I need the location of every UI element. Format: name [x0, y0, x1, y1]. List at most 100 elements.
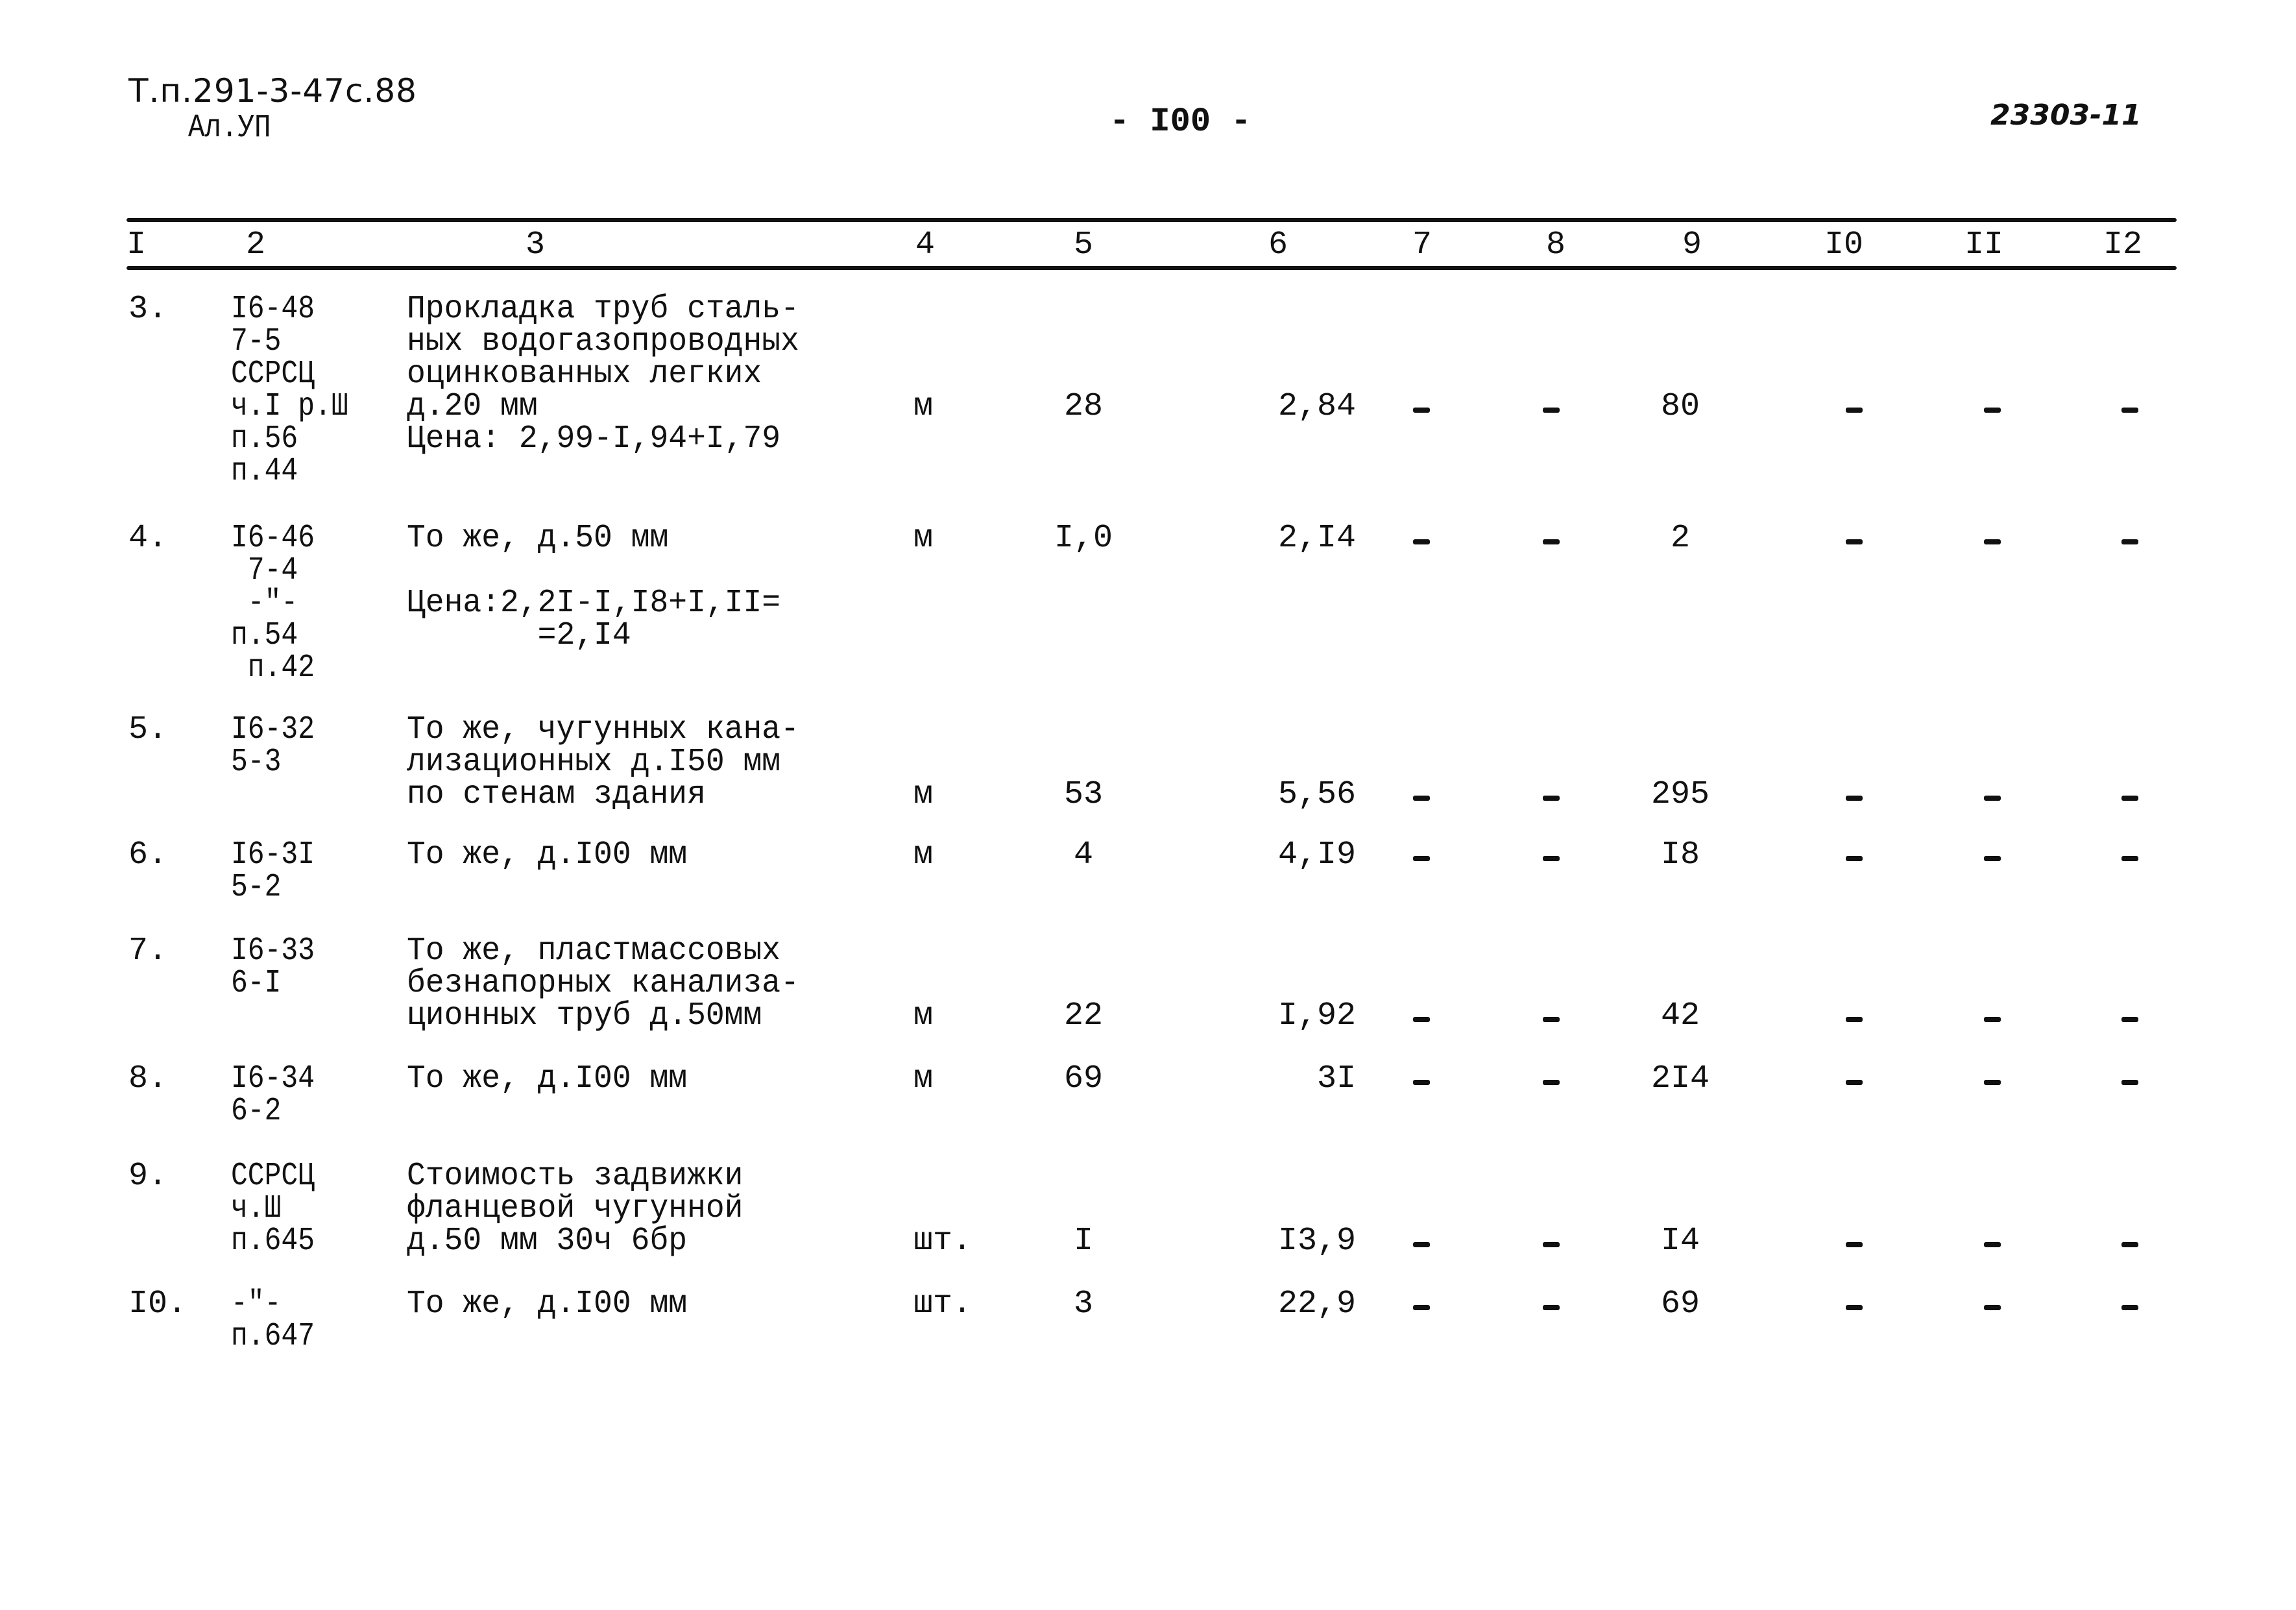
empty-value-dash-col11: [1984, 1242, 2001, 1247]
column-header-8: 8: [1545, 226, 1565, 263]
quantity: 22: [1063, 997, 1103, 1034]
unit-price: I3,9: [1277, 1223, 1356, 1260]
work-description: Прокладка труб сталь- ных водогазопровод…: [407, 291, 799, 457]
quantity: I,0: [1054, 520, 1113, 557]
unit: м: [913, 520, 934, 557]
empty-value-dash-col12: [2121, 1305, 2138, 1310]
empty-value-dash-col12: [2121, 796, 2138, 801]
unit-price: 2,84: [1277, 388, 1356, 425]
rate-code: I6-33 6-I: [231, 933, 315, 1002]
total-cost: 80: [1660, 388, 1700, 425]
row-number: 9.: [128, 1158, 168, 1195]
album-label: Ал.УП: [188, 110, 271, 147]
empty-value-dash-col8: [1543, 1017, 1560, 1022]
unit: м: [913, 836, 934, 873]
table-top-rule: [127, 218, 2177, 222]
empty-value-dash-col12: [2121, 539, 2138, 544]
empty-value-dash-col7: [1413, 408, 1430, 413]
empty-value-dash-col8: [1543, 856, 1560, 861]
empty-value-dash-col8: [1543, 796, 1560, 801]
empty-value-dash-col12: [2121, 1080, 2138, 1085]
column-header-12: I2: [2103, 226, 2142, 263]
empty-value-dash-col11: [1984, 1080, 2001, 1085]
unit-price: 3I: [1316, 1060, 1356, 1097]
total-cost: 42: [1660, 997, 1700, 1034]
column-header-3: 3: [525, 226, 545, 263]
row-number: 8.: [128, 1060, 168, 1097]
unit-price: 2,I4: [1277, 520, 1356, 557]
unit: м: [913, 388, 934, 425]
column-header-10: I0: [1824, 226, 1863, 263]
document-code: Т.п.291-3-47с.88: [128, 72, 417, 110]
column-header-5: 5: [1073, 226, 1093, 263]
rate-code: I6-48 7-5 ССРСЦ ч.I р.Ш п.56 п.44: [231, 291, 348, 490]
empty-value-dash-col12: [2121, 408, 2138, 413]
column-header-1: I: [126, 226, 146, 263]
column-header-9: 9: [1682, 226, 1702, 263]
empty-value-dash-col10: [1846, 796, 1863, 801]
row-number: 7.: [128, 933, 168, 970]
rate-code: -"- п.647: [231, 1286, 315, 1355]
rate-code: I6-34 6-2: [231, 1060, 315, 1130]
empty-value-dash-col11: [1984, 856, 2001, 861]
work-description: То же, д.I00 мм: [407, 1286, 688, 1323]
unit: шт.: [913, 1286, 973, 1323]
empty-value-dash-col11: [1984, 539, 2001, 544]
empty-value-dash-col12: [2121, 856, 2138, 861]
empty-value-dash-col8: [1543, 1305, 1560, 1310]
empty-value-dash-col11: [1984, 1305, 2001, 1310]
empty-value-dash-col7: [1413, 539, 1430, 544]
empty-value-dash-col12: [2121, 1242, 2138, 1247]
unit: м: [913, 776, 934, 813]
table-header-rule: [127, 266, 2177, 270]
empty-value-dash-col10: [1846, 1305, 1863, 1310]
empty-value-dash-col10: [1846, 539, 1863, 544]
rate-code: ССРСЦ ч.Ш п.645: [231, 1158, 315, 1260]
empty-value-dash-col11: [1984, 408, 2001, 413]
total-cost: I4: [1660, 1223, 1700, 1260]
work-description: То же, д.50 мм Цена:2,2I-I,I8+I,II= =2,I…: [407, 520, 781, 654]
empty-value-dash-col7: [1413, 856, 1430, 861]
quantity: 69: [1063, 1060, 1103, 1097]
row-number: 4.: [128, 520, 168, 557]
row-number: 6.: [128, 836, 168, 873]
quantity: 28: [1063, 388, 1103, 425]
work-description: То же, д.I00 мм: [407, 1060, 688, 1097]
empty-value-dash-col7: [1413, 1242, 1430, 1247]
total-cost: 2: [1670, 520, 1690, 557]
empty-value-dash-col7: [1413, 1080, 1430, 1085]
row-number: 3.: [128, 291, 168, 328]
empty-value-dash-col7: [1413, 1305, 1430, 1310]
quantity: I: [1073, 1223, 1093, 1260]
page-number: - I00 -: [1109, 103, 1251, 141]
unit-price: 5,56: [1277, 776, 1356, 813]
rate-code: I6-32 5-3: [231, 711, 315, 781]
quantity: 53: [1063, 776, 1103, 813]
document-number: 23303-11: [1990, 99, 2142, 132]
empty-value-dash-col10: [1846, 1017, 1863, 1022]
unit: м: [913, 997, 934, 1034]
row-number: 5.: [128, 711, 168, 748]
empty-value-dash-col8: [1543, 408, 1560, 413]
total-cost: 295: [1650, 776, 1710, 813]
work-description: То же, д.I00 мм: [407, 836, 688, 873]
unit-price: 22,9: [1277, 1286, 1356, 1323]
unit-price: I,92: [1277, 997, 1356, 1034]
empty-value-dash-col11: [1984, 796, 2001, 801]
unit: м: [913, 1060, 934, 1097]
empty-value-dash-col10: [1846, 856, 1863, 861]
column-header-2: 2: [245, 226, 265, 263]
rate-code: I6-3I 5-2: [231, 836, 315, 906]
empty-value-dash-col8: [1543, 1080, 1560, 1085]
empty-value-dash-col8: [1543, 1242, 1560, 1247]
quantity: 3: [1073, 1286, 1093, 1323]
empty-value-dash-col7: [1413, 1017, 1430, 1022]
empty-value-dash-col12: [2121, 1017, 2138, 1022]
column-header-4: 4: [915, 226, 935, 263]
row-number: I0.: [128, 1286, 187, 1323]
empty-value-dash-col10: [1846, 408, 1863, 413]
total-cost: I8: [1660, 836, 1700, 873]
empty-value-dash-col8: [1543, 539, 1560, 544]
unit-price: 4,I9: [1277, 836, 1356, 873]
column-header-11: II: [1964, 226, 2003, 263]
